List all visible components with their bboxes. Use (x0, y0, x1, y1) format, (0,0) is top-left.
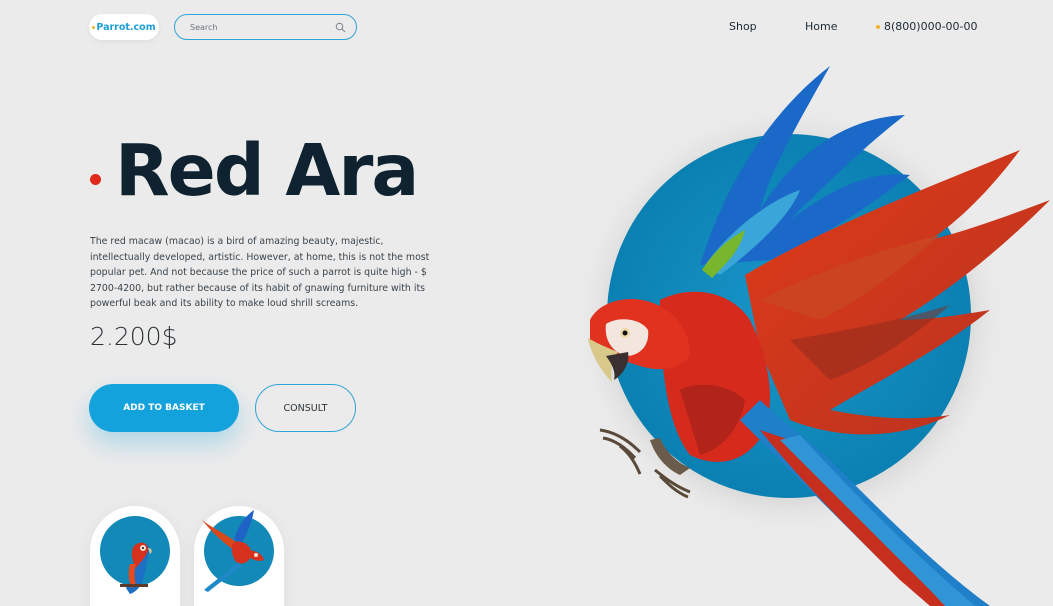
add-to-basket-button[interactable]: ADD TO BASKET (89, 384, 239, 432)
consult-button[interactable]: CONSULT (255, 384, 356, 432)
perched-macaw-icon (120, 542, 152, 594)
logo-dot-icon (92, 25, 96, 29)
hero-macaw-illustration (588, 66, 1050, 606)
phone-text: 8(800)000-00-00 (884, 20, 978, 33)
phone-number[interactable]: 8(800)000-00-00 (876, 20, 978, 33)
search-icon[interactable] (335, 22, 346, 33)
logo-text: Parrot.com (96, 21, 156, 33)
page-title: Red Ara (115, 129, 419, 212)
thumbnail-flying[interactable] (194, 506, 284, 606)
thumbnail-perched[interactable] (90, 506, 180, 606)
phone-dot-icon (876, 24, 880, 29)
nav-shop-link[interactable]: Shop (729, 20, 757, 33)
search-box[interactable] (174, 14, 357, 40)
logo[interactable]: Parrot.com (89, 14, 159, 40)
product-description: The red macaw (macao) is a bird of amazi… (90, 236, 430, 310)
nav-home-link[interactable]: Home (805, 20, 837, 33)
search-input[interactable] (175, 15, 356, 39)
title-accent-dot (90, 174, 101, 185)
product-price: 2.200$ (90, 322, 178, 351)
flying-macaw-icon (202, 510, 264, 592)
